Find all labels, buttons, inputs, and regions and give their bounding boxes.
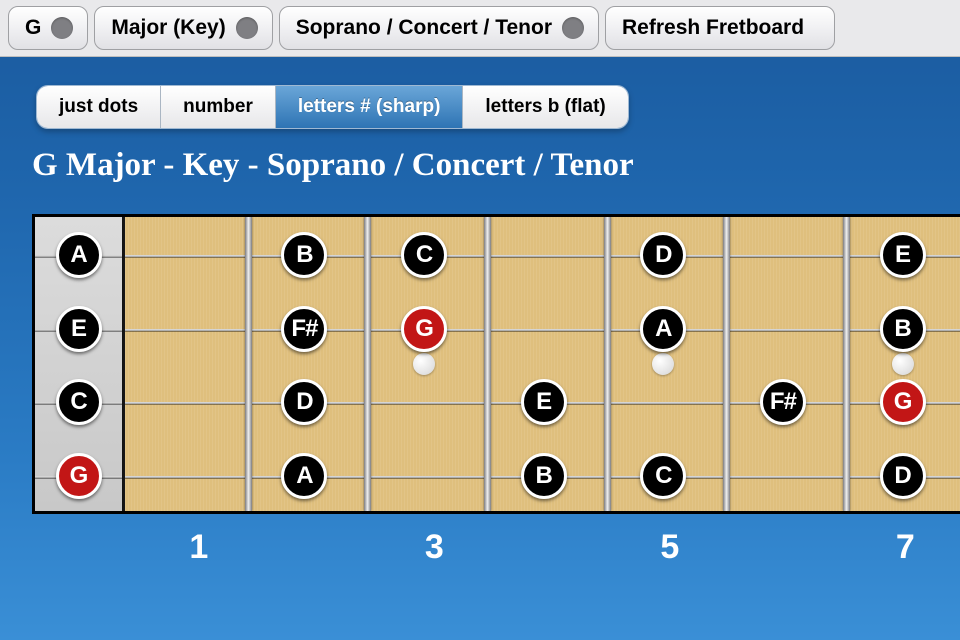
dropdown-dot-icon xyxy=(51,17,73,39)
fret-number-label: 1 xyxy=(140,528,258,567)
fret-number-label: 7 xyxy=(847,528,960,567)
fretboard: AECG B C D E F# G A B C D E F# G A B C D xyxy=(32,214,960,514)
fret-number-label xyxy=(493,528,611,567)
display-mode-option[interactable]: number xyxy=(161,86,276,128)
display-mode-option[interactable]: letters b (flat) xyxy=(463,86,627,128)
fret-wire xyxy=(364,217,371,511)
dropdown-dot-icon xyxy=(562,17,584,39)
fret-number-label: 5 xyxy=(611,528,729,567)
fret-note[interactable]: F# xyxy=(760,379,806,425)
fret-wire xyxy=(604,217,611,511)
fretboard-container: AECG B C D E F# G A B C D E F# G A B C D 1 3 5 7 xyxy=(32,214,960,567)
open-string-note[interactable]: C xyxy=(56,379,102,425)
key-selector-label: G xyxy=(25,16,41,40)
fret-inlay-dot xyxy=(652,353,674,375)
fret-wire xyxy=(723,217,730,511)
fret-note[interactable]: B xyxy=(521,453,567,499)
display-mode-option[interactable]: letters # (sharp) xyxy=(276,86,464,128)
fret-number-row: 1 3 5 7 xyxy=(32,528,960,567)
fret-note[interactable]: G xyxy=(401,306,447,352)
fret-wire xyxy=(245,217,252,511)
display-mode-option[interactable]: just dots xyxy=(37,86,161,128)
fret-note[interactable]: F# xyxy=(281,306,327,352)
fretboard-fret-area: BCDEF#GABCDEF#GABCD xyxy=(125,217,960,511)
fret-note[interactable]: B xyxy=(281,232,327,278)
open-string-note[interactable]: G xyxy=(56,453,102,499)
open-string-note[interactable]: E xyxy=(56,306,102,352)
refresh-button[interactable]: Refresh Fretboard xyxy=(605,6,835,50)
dropdown-dot-icon xyxy=(236,17,258,39)
fret-note[interactable]: C xyxy=(401,232,447,278)
fret-inlay-dot xyxy=(892,353,914,375)
fret-note[interactable]: E xyxy=(880,232,926,278)
fret-note[interactable]: E xyxy=(521,379,567,425)
fret-note[interactable]: D xyxy=(640,232,686,278)
top-selector-bar: G Major (Key) Soprano / Concert / Tenor … xyxy=(0,0,960,57)
key-selector[interactable]: G xyxy=(8,6,88,50)
fret-note[interactable]: C xyxy=(640,453,686,499)
scale-selector-label: Major (Key) xyxy=(111,16,225,40)
fret-number-label: 3 xyxy=(376,528,494,567)
fret-note[interactable]: A xyxy=(281,453,327,499)
fret-number-spacer xyxy=(32,528,140,567)
fret-inlay-dot xyxy=(413,353,435,375)
tuning-selector-label: Soprano / Concert / Tenor xyxy=(296,16,552,40)
refresh-button-label: Refresh Fretboard xyxy=(622,16,804,40)
fret-note[interactable]: A xyxy=(640,306,686,352)
fret-note[interactable]: D xyxy=(880,453,926,499)
fret-note[interactable]: G xyxy=(880,379,926,425)
fret-number-label xyxy=(729,528,847,567)
fret-wire xyxy=(484,217,491,511)
display-mode-segmented: just dotsnumberletters # (sharp)letters … xyxy=(36,85,629,129)
fretboard-nut: AECG xyxy=(35,217,125,511)
open-string-note[interactable]: A xyxy=(56,232,102,278)
fret-note[interactable]: D xyxy=(281,379,327,425)
fret-number-label xyxy=(258,528,376,567)
page-title: G Major - Key - Soprano / Concert / Teno… xyxy=(32,147,960,184)
fret-note[interactable]: B xyxy=(880,306,926,352)
fret-wire xyxy=(843,217,850,511)
tuning-selector[interactable]: Soprano / Concert / Tenor xyxy=(279,6,599,50)
scale-selector[interactable]: Major (Key) xyxy=(94,6,272,50)
